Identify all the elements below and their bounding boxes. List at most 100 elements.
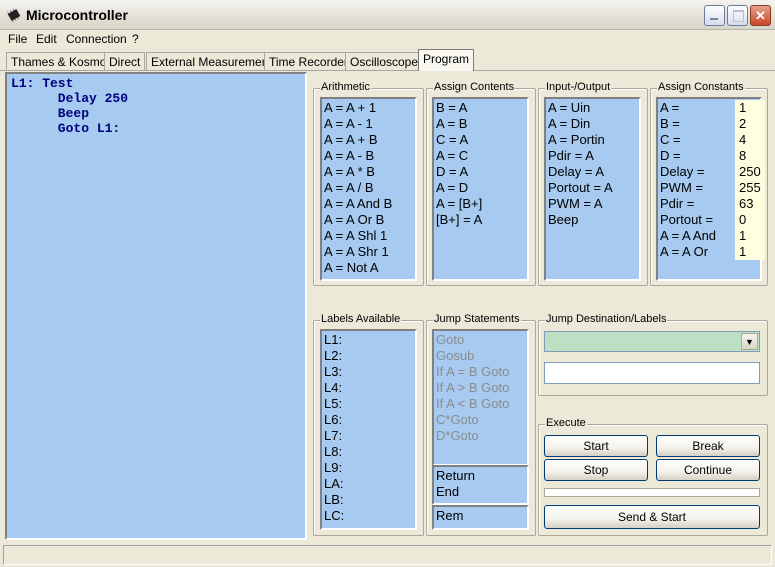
assign-contents-list[interactable]: B = A A = B C = A A = C D = A A = D A = …: [432, 97, 529, 281]
continue-button[interactable]: Continue: [656, 459, 760, 481]
constant-value[interactable]: 8: [735, 148, 765, 164]
constant-row[interactable]: Delay = 250: [660, 164, 765, 180]
list-item[interactable]: A = A - B: [324, 148, 413, 164]
return-list[interactable]: Return End: [432, 465, 529, 505]
stop-button[interactable]: Stop: [544, 459, 648, 481]
constant-row[interactable]: A = A Or 1: [660, 244, 765, 260]
list-item[interactable]: [B+] = A: [436, 212, 525, 228]
list-item[interactable]: A = A Shr 1: [324, 244, 413, 260]
list-item[interactable]: D = A: [436, 164, 525, 180]
list-item[interactable]: B = A: [436, 100, 525, 116]
list-item[interactable]: A = Uin: [548, 100, 637, 116]
tab-direct[interactable]: Direct: [104, 52, 146, 70]
list-item[interactable]: Return: [436, 468, 525, 484]
labels-list[interactable]: L1: L2: L3: L4: L5: L6: L7: L8: L9: LA: …: [320, 329, 417, 530]
list-item[interactable]: A = A / B: [324, 180, 413, 196]
tab-time-recorder[interactable]: Time Recorder: [264, 52, 353, 70]
list-item[interactable]: A = A + 1: [324, 100, 413, 116]
list-item[interactable]: Beep: [548, 212, 637, 228]
constant-value[interactable]: 0: [735, 212, 765, 228]
list-item[interactable]: A = A - 1: [324, 116, 413, 132]
tab-strip: Thames & Kosmos Direct External Measurem…: [0, 49, 775, 71]
jump-destination-field[interactable]: [544, 362, 760, 384]
constant-row[interactable]: C = 4: [660, 132, 765, 148]
constants-list[interactable]: A = 1 B = 2 C = 4 D = 8 Delay = 250 PWM = 255 …: [656, 97, 765, 281]
menu-file[interactable]: File: [8, 32, 27, 46]
minimize-button[interactable]: [704, 5, 725, 26]
list-item[interactable]: LC:: [324, 508, 413, 524]
menu-help[interactable]: ?: [132, 32, 139, 46]
list-item[interactable]: L7:: [324, 428, 413, 444]
list-item[interactable]: L4:: [324, 380, 413, 396]
list-item[interactable]: Delay = A: [548, 164, 637, 180]
constant-value[interactable]: 255: [735, 180, 765, 196]
constant-value[interactable]: 1: [735, 228, 765, 244]
jump-statements-list[interactable]: Goto Gosub If A = B Goto If A > B Goto I…: [432, 329, 529, 466]
menu-edit[interactable]: Edit: [36, 32, 57, 46]
start-button[interactable]: Start: [544, 435, 648, 457]
list-item[interactable]: L9:: [324, 460, 413, 476]
list-item[interactable]: A = A And B: [324, 196, 413, 212]
constant-row[interactable]: Portout = 0: [660, 212, 765, 228]
list-item[interactable]: A = B: [436, 116, 525, 132]
list-item[interactable]: End: [436, 484, 525, 500]
io-list[interactable]: A = Uin A = Din A = Portin Pdir = A Dela…: [544, 97, 641, 281]
jump-destination-combo[interactable]: ▼: [544, 331, 760, 352]
constant-value[interactable]: 4: [735, 132, 765, 148]
list-item[interactable]: L1:: [324, 332, 413, 348]
list-item[interactable]: D*Goto: [436, 428, 525, 444]
list-item[interactable]: Goto: [436, 332, 525, 348]
list-item[interactable]: LA:: [324, 476, 413, 492]
list-item[interactable]: A = D: [436, 180, 525, 196]
list-item[interactable]: L8:: [324, 444, 413, 460]
list-item[interactable]: A = A Or B: [324, 212, 413, 228]
list-item[interactable]: Gosub: [436, 348, 525, 364]
list-item[interactable]: A = A Shl 1: [324, 228, 413, 244]
list-item[interactable]: A = C: [436, 148, 525, 164]
tab-program[interactable]: Program: [418, 49, 475, 71]
constant-value[interactable]: 1: [735, 100, 765, 116]
constant-row[interactable]: A = 1: [660, 100, 765, 116]
list-item[interactable]: If A = B Goto: [436, 364, 525, 380]
list-item[interactable]: A = [B+]: [436, 196, 525, 212]
list-item[interactable]: A = Not A: [324, 260, 413, 276]
menu-connection[interactable]: Connection: [66, 32, 127, 46]
constant-value[interactable]: 2: [735, 116, 765, 132]
list-item[interactable]: If A < B Goto: [436, 396, 525, 412]
list-item[interactable]: L5:: [324, 396, 413, 412]
list-item[interactable]: L6:: [324, 412, 413, 428]
constant-value[interactable]: 63: [735, 196, 765, 212]
list-item[interactable]: LB:: [324, 492, 413, 508]
maximize-button[interactable]: [727, 5, 748, 26]
list-item[interactable]: A = A * B: [324, 164, 413, 180]
list-item[interactable]: If A > B Goto: [436, 380, 525, 396]
constant-row[interactable]: D = 8: [660, 148, 765, 164]
close-button[interactable]: ✕: [750, 5, 771, 26]
send-start-button[interactable]: Send & Start: [544, 505, 760, 529]
list-item[interactable]: Rem: [436, 508, 525, 524]
list-item[interactable]: PWM = A: [548, 196, 637, 212]
break-button[interactable]: Break: [656, 435, 760, 457]
tab-thames-kosmos[interactable]: Thames & Kosmos: [6, 52, 118, 70]
list-item[interactable]: Portout = A: [548, 180, 637, 196]
list-item[interactable]: A = A + B: [324, 132, 413, 148]
tab-oscilloscope[interactable]: Oscilloscope: [345, 52, 424, 70]
constant-row[interactable]: Pdir = 63: [660, 196, 765, 212]
list-item[interactable]: L2:: [324, 348, 413, 364]
list-item[interactable]: C*Goto: [436, 412, 525, 428]
chevron-down-icon[interactable]: ▼: [741, 333, 758, 350]
constant-row[interactable]: A = A And 1: [660, 228, 765, 244]
constant-value[interactable]: 1: [735, 244, 765, 260]
list-item[interactable]: L3:: [324, 364, 413, 380]
list-item[interactable]: A = Portin: [548, 132, 637, 148]
constant-row[interactable]: PWM = 255: [660, 180, 765, 196]
list-item[interactable]: A = Din: [548, 116, 637, 132]
constant-value[interactable]: 250: [735, 164, 765, 180]
constant-row[interactable]: B = 2: [660, 116, 765, 132]
rem-list[interactable]: Rem: [432, 505, 529, 530]
program-editor[interactable]: L1: Test Delay 250 Beep Goto L1:: [5, 72, 307, 540]
tab-external-measurement[interactable]: External Measurement: [146, 52, 277, 70]
list-item[interactable]: Pdir = A: [548, 148, 637, 164]
list-item[interactable]: C = A: [436, 132, 525, 148]
arithmetic-list[interactable]: A = A + 1 A = A - 1 A = A + B A = A - B …: [320, 97, 417, 281]
